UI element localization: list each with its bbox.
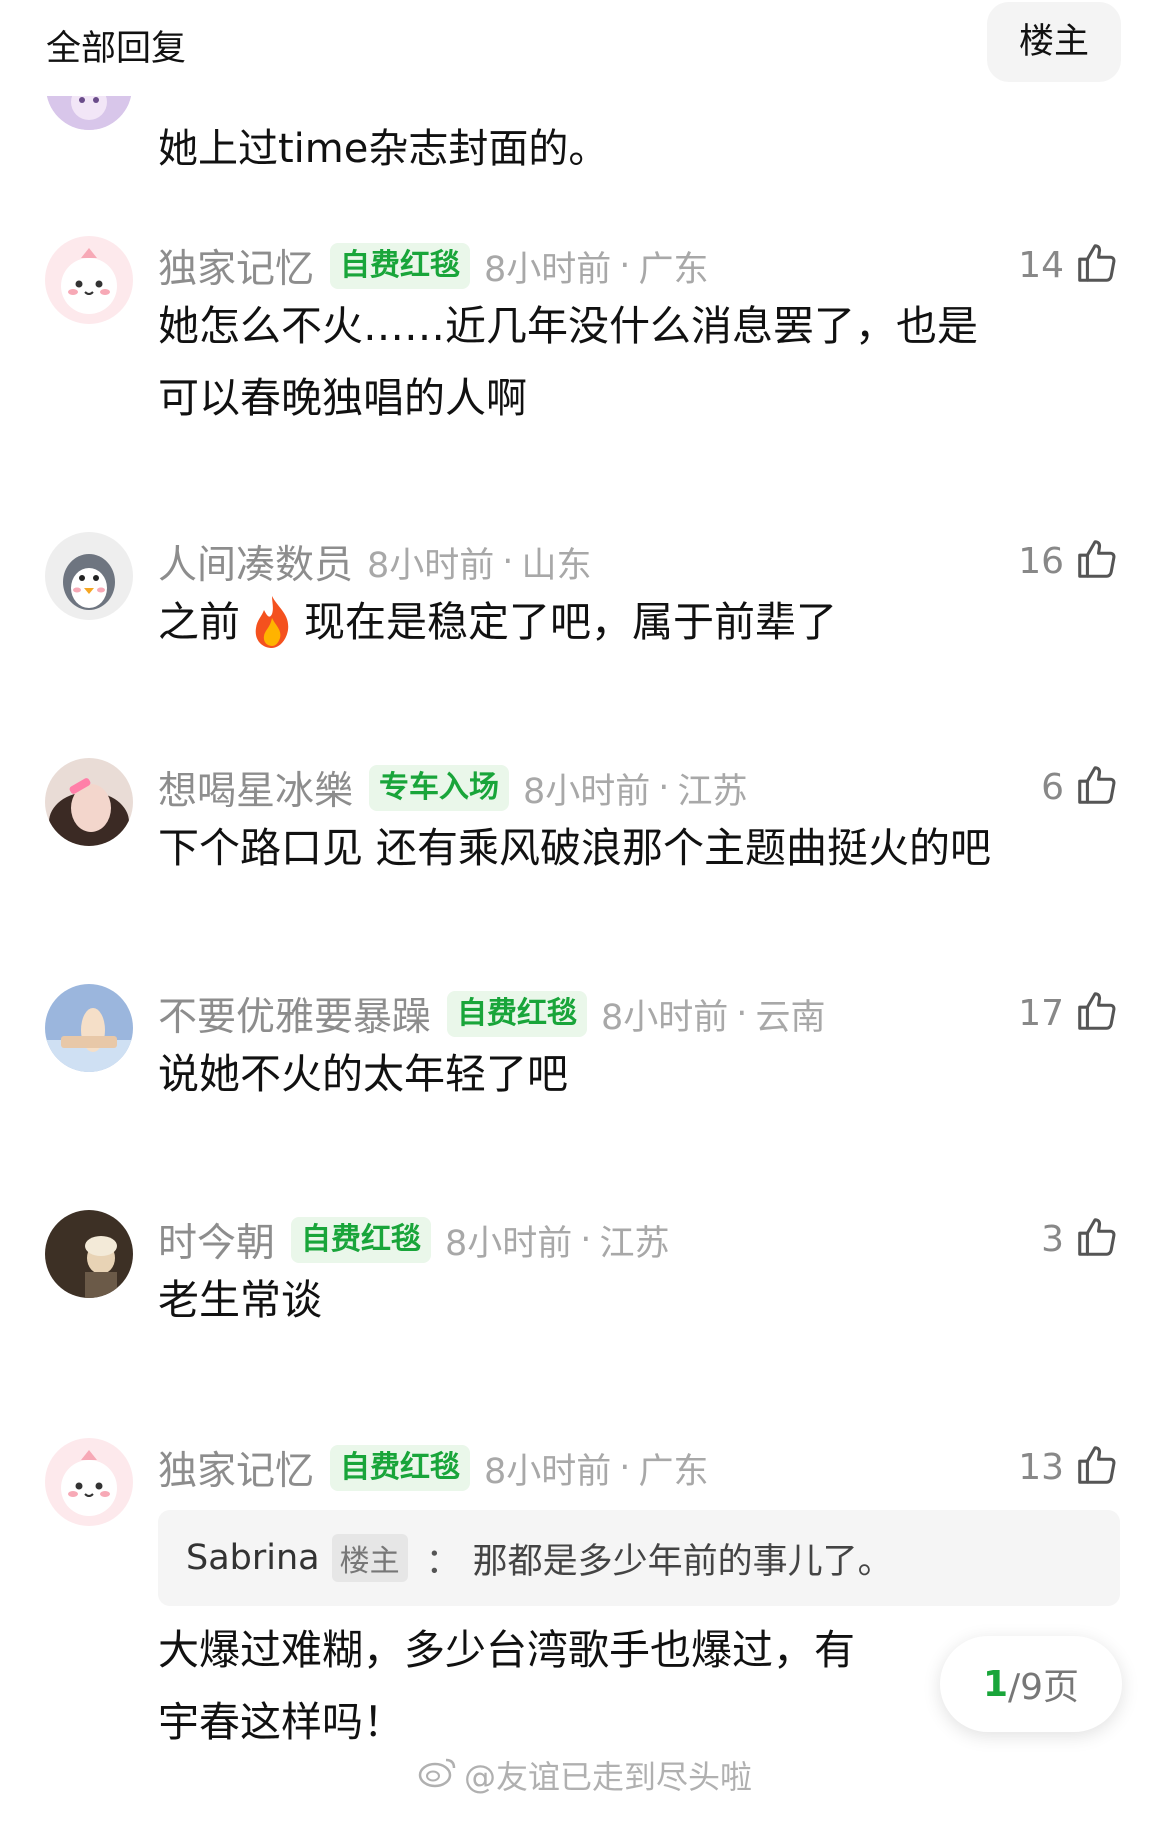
comment-text: 之前 现在是稳定了吧，属于前辈了 [158, 586, 1118, 658]
avatar[interactable] [45, 236, 133, 324]
thumbs-up-icon [1074, 1214, 1120, 1264]
op-only-button[interactable]: 楼主 [987, 2, 1121, 82]
comment-meta: 时今朝 自费红毯 8小时前 · 江苏 [158, 1216, 670, 1266]
location: 山东 [521, 545, 592, 586]
watermark-text: @友谊已走到尽头啦 [464, 1758, 753, 1796]
comment-text: 下个路口见 还有乘风破浪那个主题曲挺火的吧 [158, 812, 1118, 884]
timestamp: 8小时前 [367, 545, 495, 586]
timestamp: 8小时前 [484, 249, 612, 290]
status-badge: 自费红毯 [291, 1217, 432, 1263]
like-button[interactable]: 17 [1018, 988, 1120, 1038]
location: 广东 [638, 1451, 709, 1492]
comment-text: 说她不火的太年轻了吧 [158, 1038, 1118, 1110]
meta-separator: · [736, 994, 748, 1034]
fire-emoji-icon [248, 594, 296, 650]
like-count: 13 [1018, 1446, 1064, 1488]
comment-line: 说她不火的太年轻了吧 [158, 1050, 568, 1098]
thumbs-up-icon [1074, 988, 1120, 1038]
op-badge: 楼主 [331, 1534, 408, 1582]
thumbs-up-icon [1074, 762, 1120, 812]
location: 云南 [755, 997, 826, 1038]
like-count: 17 [1018, 992, 1064, 1034]
comment-line: 可以春晚独唱的人啊 [158, 374, 527, 422]
location: 江苏 [599, 1223, 670, 1264]
comment-partial: 她上过time杂志封面的。 [0, 44, 1172, 216]
status-badge: 自费红毯 [330, 1445, 471, 1491]
comment-text-part: 现在是稳定了吧，属于前辈了 [304, 598, 837, 646]
timestamp: 8小时前 [601, 997, 729, 1038]
comment-text: 她怎么不火……近几年没什么消息罢了，也是 可以春晚独唱的人啊 [158, 290, 1118, 434]
like-count: 14 [1018, 244, 1064, 286]
comment-meta: 独家记忆 自费红毯 8小时前 · 广东 [158, 242, 709, 292]
comment-line: 下个路口见 还有乘风破浪那个主题曲挺火的吧 [158, 824, 992, 872]
status-badge: 自费红毯 [330, 243, 471, 289]
avatar[interactable] [45, 758, 133, 846]
username[interactable]: 人间凑数员 [158, 534, 353, 590]
reply-header: 全部回复 楼主 [0, 0, 1172, 96]
username[interactable]: 独家记忆 [158, 238, 314, 294]
weibo-logo-icon [418, 1754, 458, 1796]
thumbs-up-icon [1074, 536, 1120, 586]
quoted-reply[interactable]: Sabrina 楼主 ： 那都是多少年前的事儿了。 [158, 1510, 1120, 1606]
location: 广东 [638, 249, 709, 290]
meta-separator: · [658, 768, 670, 808]
comment-meta: 想喝星冰樂 专车入场 8小时前 · 江苏 [158, 764, 748, 814]
like-count: 6 [1041, 766, 1064, 808]
thumbs-up-icon [1074, 1442, 1120, 1492]
username[interactable]: 时今朝 [158, 1212, 275, 1268]
comment-line: 她怎么不火……近几年没什么消息罢了，也是 [158, 302, 978, 350]
quoted-text: 那都是多少年前的事儿了。 [472, 1541, 893, 1582]
avatar[interactable] [45, 1438, 133, 1526]
meta-separator: · [580, 1220, 592, 1260]
comment-meta: 独家记忆 自费红毯 8小时前 · 广东 [158, 1444, 709, 1494]
username[interactable]: 不要优雅要暴躁 [158, 986, 431, 1042]
like-count: 16 [1018, 540, 1064, 582]
like-button[interactable]: 3 [1041, 1214, 1120, 1264]
avatar[interactable] [45, 984, 133, 1072]
username[interactable]: 独家记忆 [158, 1440, 314, 1496]
page-indicator[interactable]: 1 /9页 [940, 1636, 1122, 1732]
comment-meta: 不要优雅要暴躁 自费红毯 8小时前 · 云南 [158, 990, 826, 1040]
meta-separator: · [619, 246, 631, 286]
current-page: 1 [982, 1663, 1008, 1705]
meta-separator: · [502, 542, 514, 582]
comment-text: 老生常谈 [158, 1264, 1118, 1336]
like-count: 3 [1041, 1218, 1064, 1260]
like-button[interactable]: 16 [1018, 536, 1120, 586]
avatar[interactable] [45, 532, 133, 620]
comment-meta: 人间凑数员 8小时前 · 山东 [158, 538, 592, 588]
thumbs-up-icon [1074, 240, 1120, 290]
status-badge: 自费红毯 [447, 991, 588, 1037]
status-badge: 专车入场 [369, 765, 510, 811]
location: 江苏 [677, 771, 748, 812]
timestamp: 8小时前 [484, 1451, 612, 1492]
all-replies-title: 全部回复 [46, 29, 187, 69]
quoted-username[interactable]: Sabrina [186, 1538, 320, 1578]
like-button[interactable]: 13 [1018, 1442, 1120, 1492]
username[interactable]: 想喝星冰樂 [158, 760, 353, 816]
avatar[interactable] [45, 1210, 133, 1298]
quote-separator: ： [425, 1541, 461, 1582]
meta-separator: · [619, 1448, 631, 1488]
timestamp: 8小时前 [523, 771, 651, 812]
total-pages: /9页 [1008, 1667, 1080, 1708]
timestamp: 8小时前 [445, 1223, 573, 1264]
comment-line: 老生常谈 [158, 1276, 322, 1324]
comment-text-part: 之前 [158, 598, 240, 646]
like-button[interactable]: 14 [1018, 240, 1120, 290]
comment-text: 她上过time杂志封面的。 [158, 126, 609, 172]
watermark: @友谊已走到尽头啦 [418, 1752, 752, 1798]
like-button[interactable]: 6 [1041, 762, 1120, 812]
